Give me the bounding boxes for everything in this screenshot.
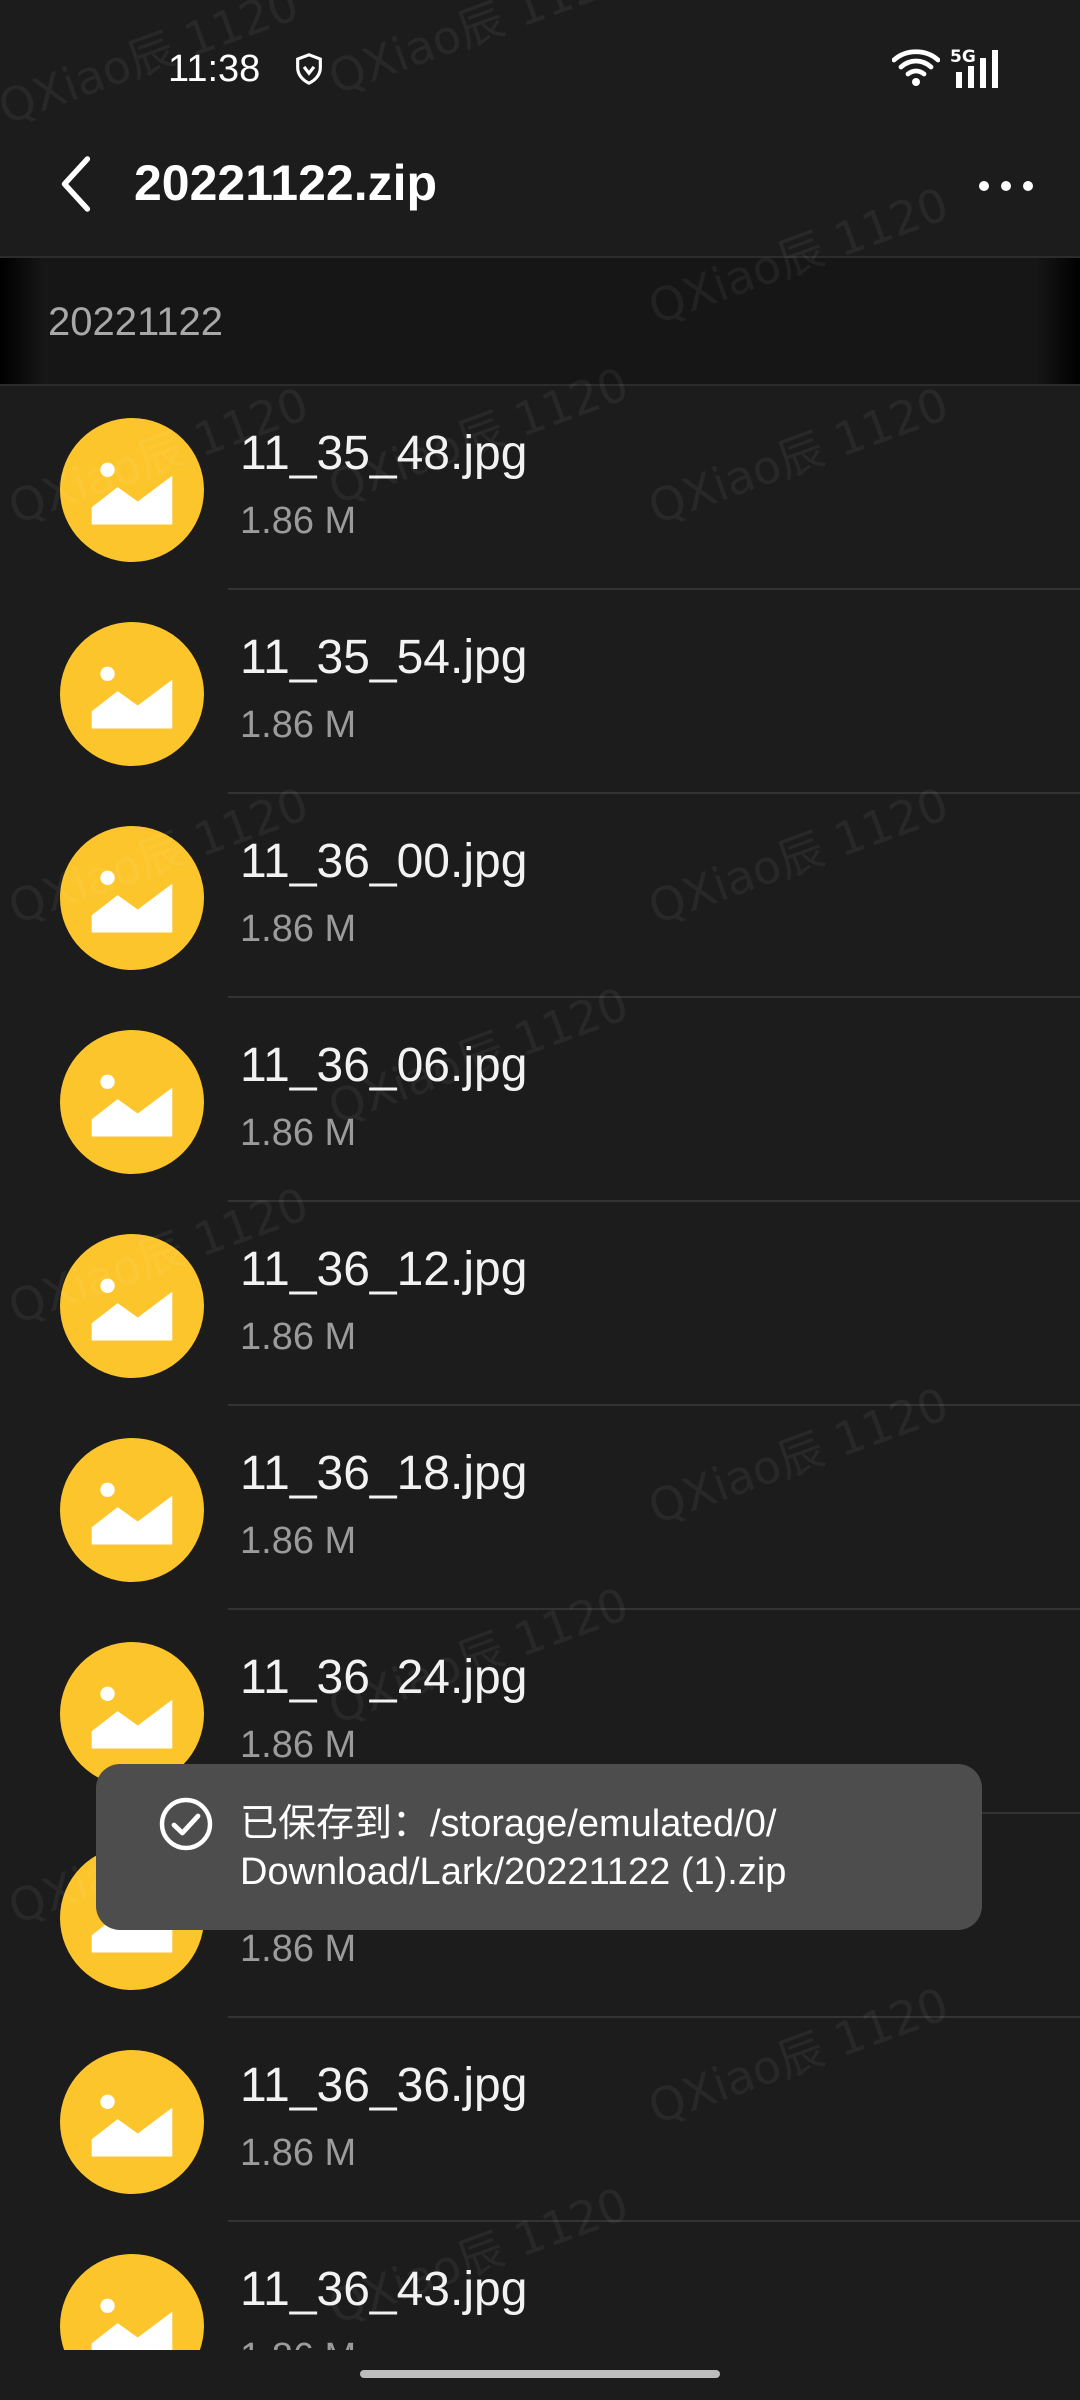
- toast-notification: 已保存到：/storage/emulated/0/ Download/Lark/…: [96, 1764, 982, 1930]
- svg-text:5G: 5G: [950, 47, 976, 67]
- home-indicator[interactable]: [360, 2370, 720, 2378]
- file-size: 1.86 M: [240, 1520, 357, 1562]
- shield-icon: [296, 53, 322, 85]
- file-name: 11_36_43.jpg: [240, 2263, 528, 2316]
- back-arrow-icon[interactable]: [52, 154, 102, 214]
- toast-line: 已保存到：/storage/emulated/0/: [240, 1803, 777, 1845]
- file-name: 11_36_12.jpg: [240, 1243, 528, 1296]
- list-item[interactable]: 11_36_00.jpg 1.86 M: [0, 794, 1080, 998]
- list-item[interactable]: 11_36_36.jpg 1.86 M: [0, 2018, 1080, 2222]
- file-name: 11_36_06.jpg: [240, 1039, 528, 1092]
- signal-5g-icon: 5G: [950, 47, 998, 88]
- image-file-icon: [60, 418, 204, 562]
- file-size: 1.86 M: [240, 2132, 357, 2174]
- list-item[interactable]: 11_36_12.jpg 1.86 M: [0, 1202, 1080, 1406]
- breadcrumb-item[interactable]: 20221122: [48, 300, 223, 345]
- toast-message: 已保存到：/storage/emulated/0/ Download/Lark/…: [240, 1800, 960, 1896]
- toast-line: Download/Lark/20221122 (1).zip: [240, 1851, 787, 1893]
- file-name: 11_35_54.jpg: [240, 631, 528, 684]
- list-item[interactable]: 11_36_18.jpg 1.86 M: [0, 1406, 1080, 1610]
- file-size: 1.86 M: [240, 1724, 357, 1766]
- file-name: 11_36_36.jpg: [240, 2059, 528, 2112]
- file-name: 11_35_48.jpg: [240, 427, 528, 480]
- title-bar: 20221122.zip: [0, 130, 1080, 256]
- file-size: 1.86 M: [240, 908, 357, 950]
- status-bar: 11:38 5G: [0, 0, 1080, 130]
- wifi-icon: [892, 49, 940, 86]
- list-item[interactable]: 11_36_43.jpg 1.86 M: [0, 2222, 1080, 2350]
- file-name: 11_36_00.jpg: [240, 835, 528, 888]
- image-file-icon: [60, 826, 204, 970]
- status-time: 11:38: [168, 48, 261, 90]
- list-item[interactable]: 11_35_54.jpg 1.86 M: [0, 590, 1080, 794]
- list-item[interactable]: 11_35_48.jpg 1.86 M: [0, 386, 1080, 590]
- check-circle-icon: [159, 1797, 213, 1851]
- image-file-icon: [60, 2254, 204, 2350]
- file-size: 1.86 M: [240, 704, 357, 746]
- breadcrumb[interactable]: 20221122: [0, 256, 1080, 386]
- file-size: 1.86 M: [240, 1316, 357, 1358]
- page-title: 20221122.zip: [134, 155, 438, 211]
- file-size: 1.86 M: [240, 1112, 357, 1154]
- file-size: 1.86 M: [240, 2336, 356, 2350]
- file-size: 1.86 M: [240, 1928, 357, 1970]
- file-name: 11_36_24.jpg: [240, 1651, 528, 1704]
- image-file-icon: [60, 1234, 204, 1378]
- list-item[interactable]: 11_36_06.jpg 1.86 M: [0, 998, 1080, 1202]
- image-file-icon: [60, 1438, 204, 1582]
- file-size: 1.86 M: [240, 500, 357, 542]
- image-file-icon: [60, 1030, 204, 1174]
- file-list: 11_35_48.jpg 1.86 M 11_35_54.jpg 1.86 M …: [0, 386, 1080, 2350]
- image-file-icon: [60, 622, 204, 766]
- file-name: 11_36_18.jpg: [240, 1447, 528, 1500]
- more-options-icon[interactable]: [976, 166, 1036, 206]
- image-file-icon: [60, 2050, 204, 2194]
